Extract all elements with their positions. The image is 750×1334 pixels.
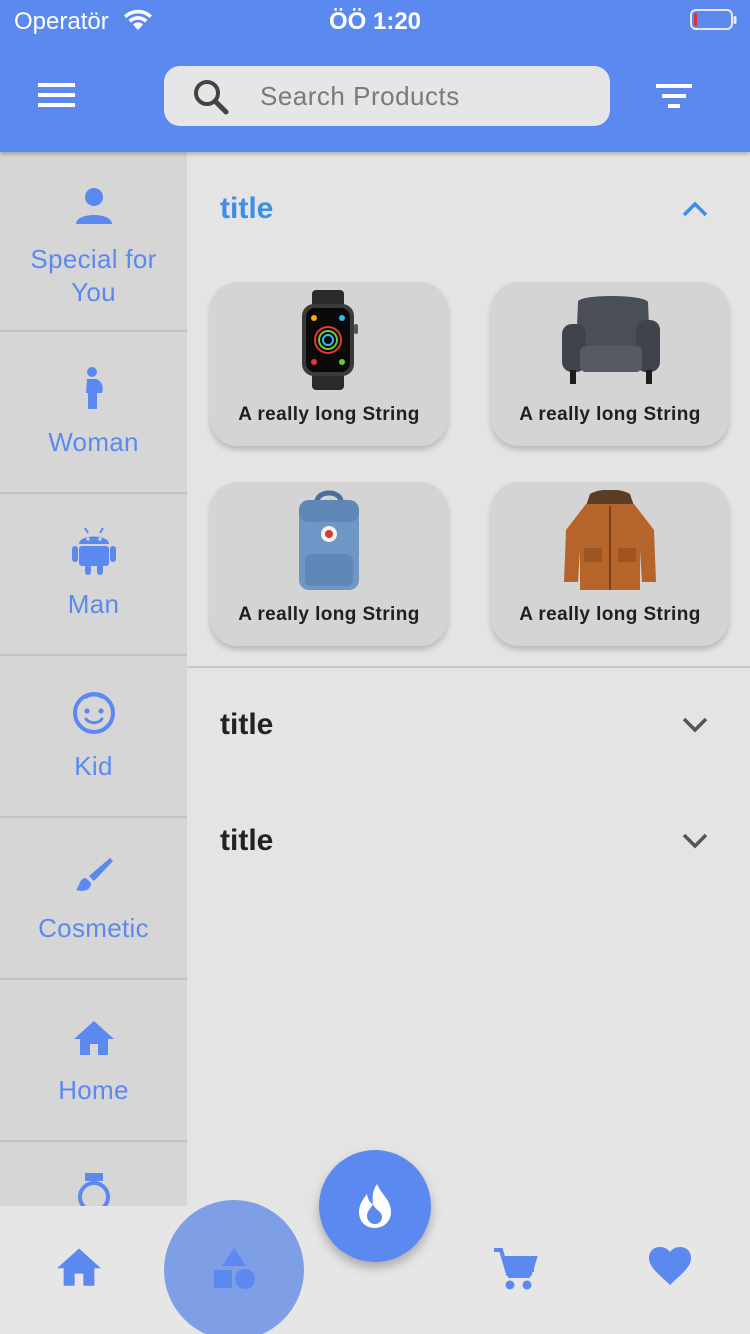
armchair-image xyxy=(491,290,729,390)
home-icon xyxy=(57,1248,101,1286)
search-bar[interactable] xyxy=(164,66,610,126)
hamburger-menu-icon xyxy=(38,83,75,107)
chevron-up-icon xyxy=(682,201,708,217)
product-label: A really long String xyxy=(238,404,420,425)
backpack-image xyxy=(210,490,448,590)
sidebar-item-woman[interactable]: Woman xyxy=(0,332,187,494)
sidebar-item-kid[interactable]: Kid xyxy=(0,656,187,818)
battery-icon xyxy=(690,9,738,36)
chevron-down-icon xyxy=(682,717,708,733)
person-icon xyxy=(74,183,114,229)
child-face-icon xyxy=(71,690,117,736)
product-label: A really long String xyxy=(519,404,701,425)
android-icon xyxy=(71,526,116,575)
sidebar-item-cosmetic[interactable]: Cosmetic xyxy=(0,818,187,980)
nav-cart-button[interactable] xyxy=(492,1246,538,1297)
home-icon xyxy=(73,1014,115,1060)
cart-icon xyxy=(494,1248,538,1290)
categories-icon xyxy=(214,1248,255,1289)
section-divider xyxy=(187,666,750,668)
search-input[interactable] xyxy=(260,76,590,116)
jacket-image xyxy=(491,490,729,590)
menu-button[interactable] xyxy=(30,80,82,114)
sidebar-item-label: Home xyxy=(58,1074,129,1105)
sidebar-item-label: Woman xyxy=(48,426,139,457)
nav-home-button[interactable] xyxy=(56,1246,102,1291)
product-card[interactable]: A really long String xyxy=(210,282,448,446)
main-content: title A really long String A really long… xyxy=(187,152,750,1206)
sidebar-item-label: Cosmetic xyxy=(38,912,149,943)
flame-icon xyxy=(359,1184,391,1228)
sidebar-item-label: Special for You xyxy=(30,244,157,307)
status-time: ÖÖ 1:20 xyxy=(328,8,422,35)
filter-icon xyxy=(656,84,692,108)
hot-deals-fab[interactable] xyxy=(319,1150,431,1262)
pregnant-woman-icon xyxy=(82,366,106,412)
sidebar-item-more[interactable] xyxy=(0,1142,187,1206)
product-card[interactable]: A really long String xyxy=(491,282,729,446)
search-icon xyxy=(192,78,230,121)
nav-favorites-button[interactable] xyxy=(648,1246,692,1291)
app-header: Operatör ÖÖ 1:20 xyxy=(0,0,750,152)
section-title: title xyxy=(220,824,274,857)
section-title: title xyxy=(220,708,274,741)
chevron-down-icon xyxy=(682,833,708,849)
brush-icon xyxy=(74,852,114,898)
smartwatch-image xyxy=(210,290,448,390)
sidebar-item-man[interactable]: Man xyxy=(0,494,187,656)
product-label: A really long String xyxy=(519,604,701,625)
sidebar-item-label: Man xyxy=(67,588,120,619)
product-label: A really long String xyxy=(238,604,420,625)
watch-icon xyxy=(76,1172,112,1206)
nav-categories-button[interactable] xyxy=(212,1246,258,1295)
product-card[interactable]: A really long String xyxy=(210,482,448,646)
section-header-2[interactable]: title xyxy=(187,686,750,766)
section-title: title xyxy=(220,192,274,225)
status-bar: Operatör ÖÖ 1:20 xyxy=(0,0,750,42)
category-sidebar: Special for You Woman Man Kid Cosmetic H… xyxy=(0,152,187,1206)
sidebar-item-special-for-you[interactable]: Special for You xyxy=(0,152,187,332)
sidebar-item-home[interactable]: Home xyxy=(0,980,187,1142)
section-header-3[interactable]: title xyxy=(187,802,750,882)
section-header-1[interactable]: title xyxy=(187,170,750,250)
filter-button[interactable] xyxy=(652,80,696,114)
product-card[interactable]: A really long String xyxy=(491,482,729,646)
sidebar-item-label: Kid xyxy=(74,750,113,781)
heart-icon xyxy=(649,1247,691,1285)
